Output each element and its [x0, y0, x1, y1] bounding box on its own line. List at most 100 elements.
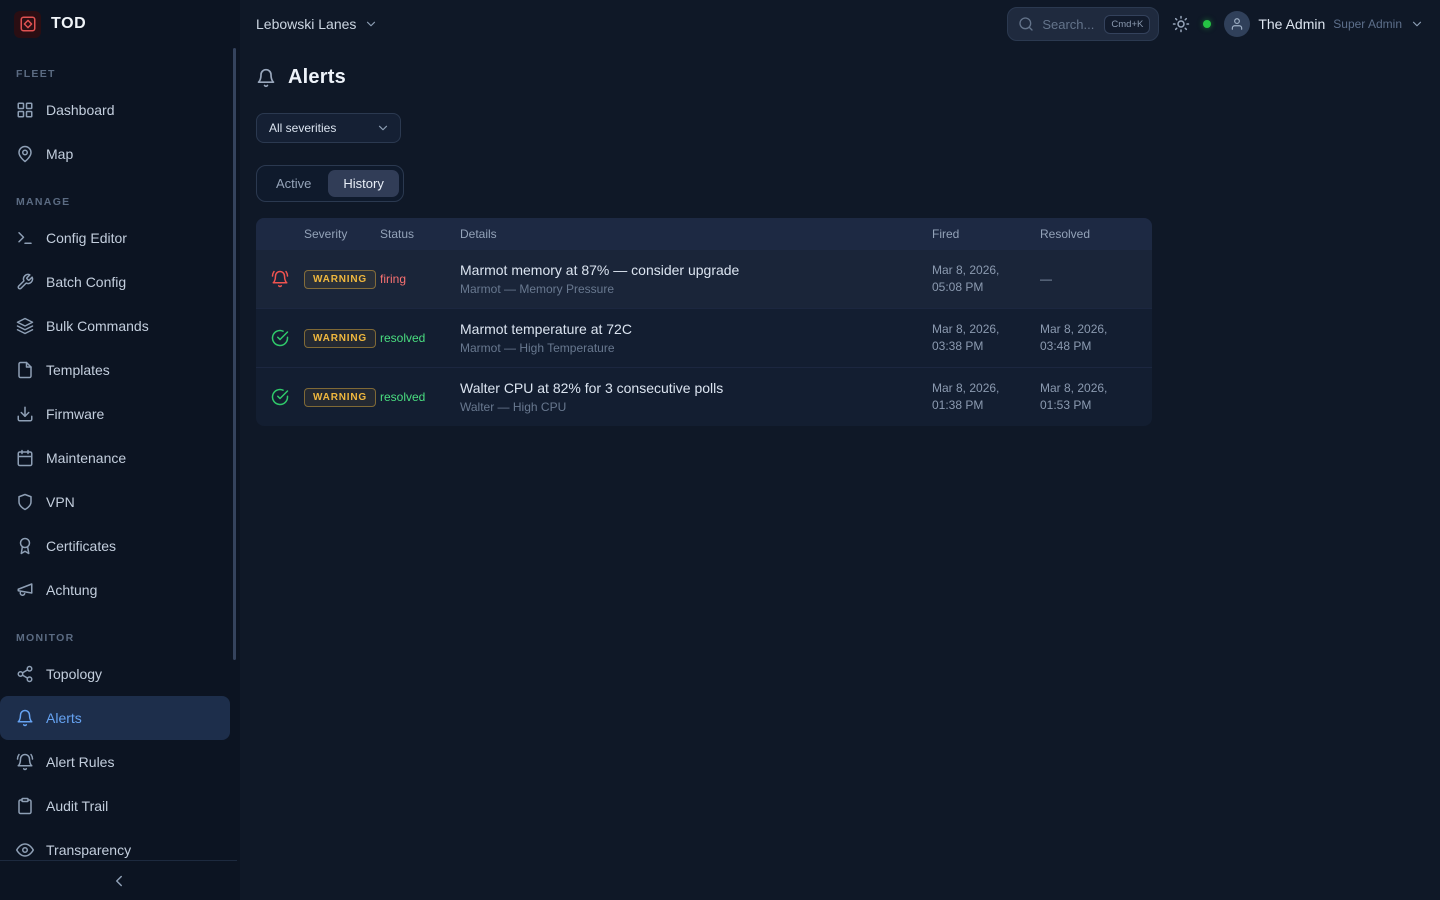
alert-subtitle: Marmot — Memory Pressure — [460, 282, 932, 296]
alert-title: Walter CPU at 82% for 3 consecutive poll… — [460, 380, 932, 396]
sidebar-item-label: Audit Trail — [46, 798, 108, 814]
download-icon — [16, 405, 34, 423]
alerts-tabs: Active History — [256, 165, 404, 202]
sidebar-item-alerts[interactable]: Alerts — [0, 696, 230, 740]
page-title: Alerts — [288, 66, 346, 89]
alert-resolved-check-icon — [271, 329, 289, 347]
alert-details: Walter CPU at 82% for 3 consecutive poll… — [460, 380, 932, 414]
eye-icon — [16, 841, 34, 859]
brand-name: TOD — [51, 15, 86, 33]
network-icon — [16, 665, 34, 683]
status-text: resolved — [380, 331, 460, 345]
column-severity: Severity — [304, 227, 380, 241]
alert-title: Marmot temperature at 72C — [460, 321, 932, 337]
sidebar-item-topology[interactable]: Topology — [0, 652, 230, 696]
column-status: Status — [380, 227, 460, 241]
sidebar-item-alert-rules[interactable]: Alert Rules — [0, 740, 230, 784]
alert-details: Marmot memory at 87% — consider upgrade … — [460, 262, 932, 296]
sidebar-item-achtung[interactable]: Achtung — [0, 568, 230, 612]
sidebar-item-firmware[interactable]: Firmware — [0, 392, 230, 436]
fired-time: Mar 8, 2026, 05:08 PM — [932, 262, 1040, 296]
fired-time: Mar 8, 2026, 01:38 PM — [932, 380, 1040, 414]
wrench-icon — [16, 273, 34, 291]
search-shortcut-badge: Cmd+K — [1104, 15, 1150, 34]
column-resolved: Resolved — [1040, 227, 1152, 241]
alert-row[interactable]: WARNING firing Marmot memory at 87% — co… — [256, 250, 1152, 308]
alert-state-cell — [256, 388, 304, 406]
terminal-icon — [16, 229, 34, 247]
sidebar-item-label: Transparency — [46, 842, 131, 858]
sidebar-item-label: Firmware — [46, 406, 104, 422]
sidebar-item-label: Alert Rules — [46, 754, 114, 770]
sidebar-item-maintenance[interactable]: Maintenance — [0, 436, 230, 480]
sidebar-section-monitor: Monitor — [0, 632, 240, 644]
search-icon — [1018, 16, 1034, 32]
sidebar-item-batch-config[interactable]: Batch Config — [0, 260, 230, 304]
resolved-time: — — [1040, 271, 1152, 288]
sidebar-item-dashboard[interactable]: Dashboard — [0, 88, 230, 132]
sidebar-item-config-editor[interactable]: Config Editor — [0, 216, 230, 260]
search-input[interactable] — [1042, 17, 1096, 32]
alert-row[interactable]: WARNING resolved Marmot temperature at 7… — [256, 308, 1152, 367]
severity-badge: WARNING — [304, 270, 376, 289]
sidebar-item-bulk-commands[interactable]: Bulk Commands — [0, 304, 230, 348]
topbar: Lebowski Lanes Cmd+K The Admin — [240, 0, 1440, 48]
connection-status-dot — [1203, 20, 1211, 28]
tab-active[interactable]: Active — [261, 170, 326, 197]
user-name: The Admin — [1258, 16, 1325, 32]
user-role-badge: Super Admin — [1333, 17, 1402, 31]
column-fired: Fired — [932, 227, 1040, 241]
alerts-table-header: Severity Status Details Fired Resolved — [256, 218, 1152, 250]
alert-subtitle: Walter — High CPU — [460, 400, 932, 414]
sidebar-item-templates[interactable]: Templates — [0, 348, 230, 392]
map-pin-icon — [16, 145, 34, 163]
sidebar: TOD Fleet Dashboard Map Manage Config Ed… — [0, 0, 240, 900]
sidebar-item-label: Config Editor — [46, 230, 127, 246]
brand-logo-icon — [14, 11, 41, 38]
status-text: resolved — [380, 390, 460, 404]
calendar-icon — [16, 449, 34, 467]
alerts-table: Severity Status Details Fired Resolved W… — [256, 218, 1152, 426]
sidebar-item-label: Certificates — [46, 538, 116, 554]
clipboard-icon — [16, 797, 34, 815]
theme-toggle-button[interactable] — [1172, 15, 1190, 33]
alert-title: Marmot memory at 87% — consider upgrade — [460, 262, 932, 278]
sidebar-item-label: Alerts — [46, 710, 82, 726]
resolved-time: Mar 8, 2026, 01:53 PM — [1040, 380, 1152, 414]
sidebar-item-audit-trail[interactable]: Audit Trail — [0, 784, 230, 828]
chevron-down-icon — [364, 17, 378, 31]
dashboard-grid-icon — [16, 101, 34, 119]
sidebar-item-certificates[interactable]: Certificates — [0, 524, 230, 568]
sidebar-item-vpn[interactable]: VPN — [0, 480, 230, 524]
severity-badge: WARNING — [304, 388, 376, 407]
alert-firing-bell-icon — [271, 270, 289, 288]
alerts-page: Alerts All severities Active History Sev… — [240, 48, 1440, 426]
sidebar-item-label: VPN — [46, 494, 75, 510]
sidebar-item-map[interactable]: Map — [0, 132, 230, 176]
sidebar-scrollbar[interactable] — [233, 48, 236, 660]
sidebar-item-label: Achtung — [46, 582, 97, 598]
org-name: Lebowski Lanes — [256, 16, 356, 32]
chevron-down-icon — [1410, 17, 1424, 31]
sun-icon — [1172, 15, 1190, 33]
bell-icon — [16, 709, 34, 727]
file-icon — [16, 361, 34, 379]
shield-icon — [16, 493, 34, 511]
alert-state-cell — [256, 270, 304, 288]
chevron-down-icon — [376, 121, 390, 135]
search-box[interactable]: Cmd+K — [1007, 7, 1159, 41]
alert-row[interactable]: WARNING resolved Walter CPU at 82% for 3… — [256, 367, 1152, 426]
status-text: firing — [380, 272, 460, 286]
org-selector[interactable]: Lebowski Lanes — [256, 16, 378, 32]
tab-history[interactable]: History — [328, 170, 398, 197]
user-menu[interactable]: The Admin Super Admin — [1224, 11, 1424, 37]
sidebar-collapse-button[interactable] — [110, 872, 128, 890]
severity-filter-select[interactable]: All severities — [256, 113, 401, 143]
sidebar-section-manage: Manage — [0, 196, 240, 208]
severity-filter-value: All severities — [269, 121, 336, 135]
chevron-left-icon — [110, 872, 128, 890]
resolved-time: Mar 8, 2026, 03:48 PM — [1040, 321, 1152, 355]
brand: TOD — [0, 0, 240, 48]
sidebar-item-label: Bulk Commands — [46, 318, 149, 334]
severity-badge: WARNING — [304, 329, 376, 348]
